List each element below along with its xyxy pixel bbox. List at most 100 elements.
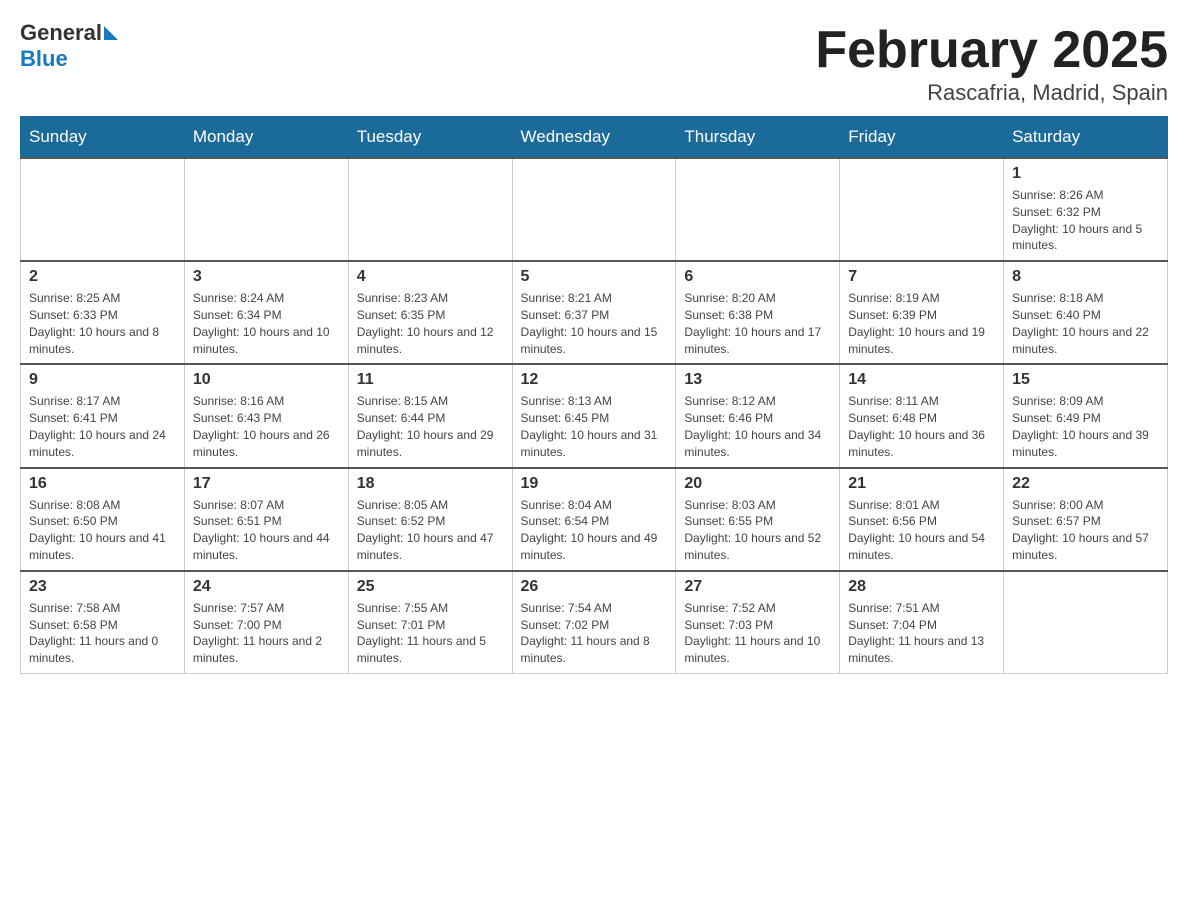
day-info: Sunrise: 8:21 AM Sunset: 6:37 PM Dayligh… xyxy=(521,290,668,357)
day-info: Sunrise: 8:17 AM Sunset: 6:41 PM Dayligh… xyxy=(29,393,176,460)
day-number: 11 xyxy=(357,371,504,389)
calendar-week-row: 2Sunrise: 8:25 AM Sunset: 6:33 PM Daylig… xyxy=(21,261,1168,364)
day-info: Sunrise: 8:01 AM Sunset: 6:56 PM Dayligh… xyxy=(848,497,995,564)
calendar-week-row: 23 Sunrise: 7:58 AM Sunset: 6:58 PM Dayli… xyxy=(21,571,1168,674)
day-number: 23 xyxy=(29,578,176,596)
calendar-cell: 1Sunrise: 8:26 AM Sunset: 6:32 PM Daylig… xyxy=(1004,158,1168,261)
calendar-cell: 26 Sunrise: 7:54 AM Sunset: 7:02 PM Dayli… xyxy=(512,571,676,674)
day-info: Sunrise: 8:12 AM Sunset: 6:46 PM Dayligh… xyxy=(684,393,831,460)
day-number: 24 xyxy=(193,578,340,596)
calendar-cell xyxy=(512,158,676,261)
calendar-body: 1Sunrise: 8:26 AM Sunset: 6:32 PM Daylig… xyxy=(21,158,1168,673)
day-info: Sunrise: 7:55 AM Sunset: 7:01 PM Dayligh… xyxy=(357,600,504,667)
header-friday: Friday xyxy=(840,117,1004,159)
day-number: 14 xyxy=(848,371,995,389)
day-number: 28 xyxy=(848,578,995,596)
header-tuesday: Tuesday xyxy=(348,117,512,159)
day-number: 20 xyxy=(684,475,831,493)
calendar-cell xyxy=(1004,571,1168,674)
day-number: 16 xyxy=(29,475,176,493)
day-number: 8 xyxy=(1012,268,1159,286)
calendar-cell: 25 Sunrise: 7:55 AM Sunset: 7:01 PM Dayli… xyxy=(348,571,512,674)
calendar-cell: 8 Sunrise: 8:18 AM Sunset: 6:40 PM Daylig… xyxy=(1004,261,1168,364)
day-number: 10 xyxy=(193,371,340,389)
calendar-header: Sunday Monday Tuesday Wednesday Thursday… xyxy=(21,117,1168,159)
calendar-cell: 13Sunrise: 8:12 AM Sunset: 6:46 PM Dayli… xyxy=(676,364,840,467)
day-info: Sunrise: 7:51 AM Sunset: 7:04 PM Dayligh… xyxy=(848,600,995,667)
day-info: Sunrise: 7:57 AM Sunset: 7:00 PM Dayligh… xyxy=(193,600,340,667)
calendar-cell xyxy=(21,158,185,261)
calendar-cell: 11 Sunrise: 8:15 AM Sunset: 6:44 PM Dayli… xyxy=(348,364,512,467)
day-info: Sunrise: 8:23 AM Sunset: 6:35 PM Dayligh… xyxy=(357,290,504,357)
day-number: 5 xyxy=(521,268,668,286)
location-subtitle: Rascafria, Madrid, Spain xyxy=(815,80,1168,106)
calendar-cell: 15 Sunrise: 8:09 AM Sunset: 6:49 PM Dayli… xyxy=(1004,364,1168,467)
day-info: Sunrise: 8:16 AM Sunset: 6:43 PM Dayligh… xyxy=(193,393,340,460)
calendar-cell: 9 Sunrise: 8:17 AM Sunset: 6:41 PM Daylig… xyxy=(21,364,185,467)
month-year-title: February 2025 xyxy=(815,20,1168,80)
weekday-header-row: Sunday Monday Tuesday Wednesday Thursday… xyxy=(21,117,1168,159)
calendar-cell xyxy=(184,158,348,261)
calendar-cell: 20 Sunrise: 8:03 AM Sunset: 6:55 PM Dayli… xyxy=(676,468,840,571)
day-number: 7 xyxy=(848,268,995,286)
header-sunday: Sunday xyxy=(21,117,185,159)
calendar-cell: 7Sunrise: 8:19 AM Sunset: 6:39 PM Daylig… xyxy=(840,261,1004,364)
calendar-cell: 19 Sunrise: 8:04 AM Sunset: 6:54 PM Dayli… xyxy=(512,468,676,571)
calendar-cell: 3 Sunrise: 8:24 AM Sunset: 6:34 PM Daylig… xyxy=(184,261,348,364)
day-info: Sunrise: 8:03 AM Sunset: 6:55 PM Dayligh… xyxy=(684,497,831,564)
calendar-cell xyxy=(348,158,512,261)
calendar-cell: 24 Sunrise: 7:57 AM Sunset: 7:00 PM Dayli… xyxy=(184,571,348,674)
calendar-cell: 23 Sunrise: 7:58 AM Sunset: 6:58 PM Dayli… xyxy=(21,571,185,674)
day-info: Sunrise: 8:04 AM Sunset: 6:54 PM Dayligh… xyxy=(521,497,668,564)
day-number: 4 xyxy=(357,268,504,286)
day-info: Sunrise: 8:18 AM Sunset: 6:40 PM Dayligh… xyxy=(1012,290,1159,357)
logo-blue-text: Blue xyxy=(20,46,68,72)
day-number: 22 xyxy=(1012,475,1159,493)
day-number: 26 xyxy=(521,578,668,596)
calendar-week-row: 16 Sunrise: 8:08 AM Sunset: 6:50 PM Dayli… xyxy=(21,468,1168,571)
day-number: 9 xyxy=(29,371,176,389)
calendar-cell xyxy=(840,158,1004,261)
day-number: 18 xyxy=(357,475,504,493)
calendar-cell xyxy=(676,158,840,261)
logo-triangle-icon xyxy=(104,26,118,40)
calendar-cell: 5 Sunrise: 8:21 AM Sunset: 6:37 PM Daylig… xyxy=(512,261,676,364)
day-info: Sunrise: 8:05 AM Sunset: 6:52 PM Dayligh… xyxy=(357,497,504,564)
day-info: Sunrise: 8:09 AM Sunset: 6:49 PM Dayligh… xyxy=(1012,393,1159,460)
day-number: 25 xyxy=(357,578,504,596)
day-info: Sunrise: 7:54 AM Sunset: 7:02 PM Dayligh… xyxy=(521,600,668,667)
calendar-table: Sunday Monday Tuesday Wednesday Thursday… xyxy=(20,116,1168,674)
day-number: 3 xyxy=(193,268,340,286)
calendar-week-row: 9 Sunrise: 8:17 AM Sunset: 6:41 PM Daylig… xyxy=(21,364,1168,467)
page-header: General Blue February 2025 Rascafria, Ma… xyxy=(20,20,1168,106)
calendar-cell: 2Sunrise: 8:25 AM Sunset: 6:33 PM Daylig… xyxy=(21,261,185,364)
header-monday: Monday xyxy=(184,117,348,159)
header-thursday: Thursday xyxy=(676,117,840,159)
day-info: Sunrise: 8:26 AM Sunset: 6:32 PM Dayligh… xyxy=(1012,187,1159,254)
day-info: Sunrise: 8:15 AM Sunset: 6:44 PM Dayligh… xyxy=(357,393,504,460)
calendar-cell: 18 Sunrise: 8:05 AM Sunset: 6:52 PM Dayli… xyxy=(348,468,512,571)
day-info: Sunrise: 8:08 AM Sunset: 6:50 PM Dayligh… xyxy=(29,497,176,564)
day-info: Sunrise: 8:07 AM Sunset: 6:51 PM Dayligh… xyxy=(193,497,340,564)
day-number: 6 xyxy=(684,268,831,286)
calendar-cell: 27Sunrise: 7:52 AM Sunset: 7:03 PM Dayli… xyxy=(676,571,840,674)
calendar-cell: 4 Sunrise: 8:23 AM Sunset: 6:35 PM Daylig… xyxy=(348,261,512,364)
day-info: Sunrise: 7:52 AM Sunset: 7:03 PM Dayligh… xyxy=(684,600,831,667)
day-number: 15 xyxy=(1012,371,1159,389)
calendar-cell: 28 Sunrise: 7:51 AM Sunset: 7:04 PM Dayli… xyxy=(840,571,1004,674)
day-info: Sunrise: 8:20 AM Sunset: 6:38 PM Dayligh… xyxy=(684,290,831,357)
day-info: Sunrise: 8:11 AM Sunset: 6:48 PM Dayligh… xyxy=(848,393,995,460)
calendar-cell: 12Sunrise: 8:13 AM Sunset: 6:45 PM Dayli… xyxy=(512,364,676,467)
day-info: Sunrise: 8:00 AM Sunset: 6:57 PM Dayligh… xyxy=(1012,497,1159,564)
header-saturday: Saturday xyxy=(1004,117,1168,159)
day-number: 19 xyxy=(521,475,668,493)
day-info: Sunrise: 8:24 AM Sunset: 6:34 PM Dayligh… xyxy=(193,290,340,357)
day-number: 2 xyxy=(29,268,176,286)
calendar-cell: 6 Sunrise: 8:20 AM Sunset: 6:38 PM Daylig… xyxy=(676,261,840,364)
calendar-cell: 14 Sunrise: 8:11 AM Sunset: 6:48 PM Dayli… xyxy=(840,364,1004,467)
calendar-cell: 22 Sunrise: 8:00 AM Sunset: 6:57 PM Dayli… xyxy=(1004,468,1168,571)
calendar-week-row: 1Sunrise: 8:26 AM Sunset: 6:32 PM Daylig… xyxy=(21,158,1168,261)
day-info: Sunrise: 7:58 AM Sunset: 6:58 PM Dayligh… xyxy=(29,600,176,667)
logo: General Blue xyxy=(20,20,120,72)
day-info: Sunrise: 8:13 AM Sunset: 6:45 PM Dayligh… xyxy=(521,393,668,460)
